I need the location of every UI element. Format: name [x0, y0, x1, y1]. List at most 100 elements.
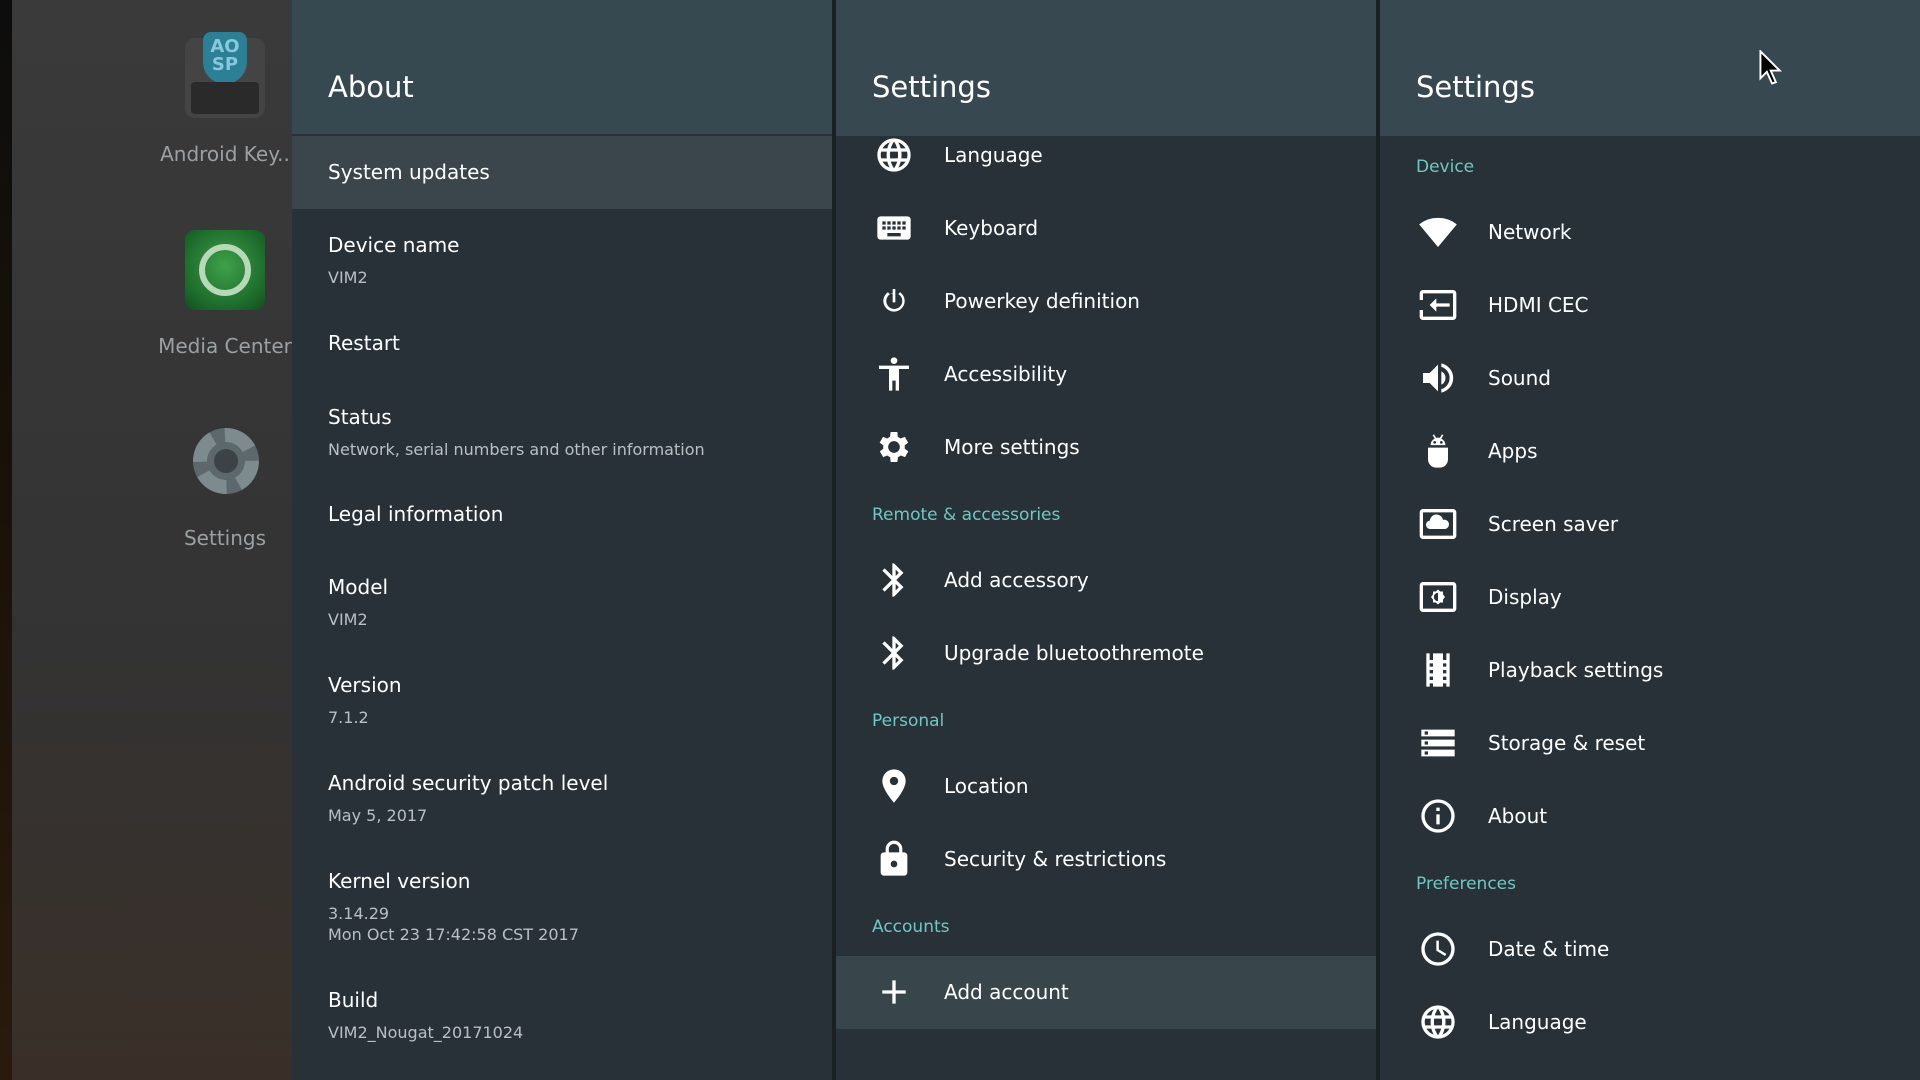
item-subtitle: May 5, 2017 — [328, 806, 428, 825]
about-item-system-updates[interactable]: System updates — [292, 136, 832, 209]
settings-row-location[interactable]: Location — [836, 750, 1376, 823]
about-item-status[interactable]: Status Network, serial numbers and other… — [292, 405, 832, 460]
bluetooth-icon — [872, 631, 916, 675]
settings-row-apps[interactable]: Apps — [1380, 415, 1920, 488]
row-label: More settings — [944, 435, 1080, 459]
row-label: About — [1488, 804, 1548, 828]
screensaver-icon — [1416, 502, 1460, 546]
settings-middle-panel: Settings Language Keyboard Powerkey defi… — [836, 0, 1376, 1080]
lock-icon — [872, 837, 916, 881]
power-icon — [872, 279, 916, 323]
item-title: Restart — [328, 331, 400, 355]
android-icon — [1416, 429, 1460, 473]
row-label: Display — [1488, 585, 1562, 609]
item-subtitle: VIM2 — [328, 610, 368, 629]
gear-icon — [872, 425, 916, 469]
settings-row-more-settings[interactable]: More settings — [836, 411, 1376, 484]
film-icon — [1416, 648, 1460, 692]
item-title: Device name — [328, 233, 460, 257]
about-item-legal-information[interactable]: Legal information — [292, 502, 832, 526]
row-label: Storage & reset — [1488, 731, 1646, 755]
row-label: Keyboard — [944, 216, 1039, 240]
row-label: Location — [944, 774, 1029, 798]
bluetooth-icon — [872, 558, 916, 602]
item-title: Kernel version — [328, 869, 471, 893]
plus-icon — [872, 970, 916, 1014]
item-subtitle: Network, serial numbers and other inform… — [328, 440, 705, 459]
settings-row-screen-saver[interactable]: Screen saver — [1380, 488, 1920, 561]
item-title: Version — [328, 673, 402, 697]
settings-row-hdmi-cec[interactable]: HDMI CEC — [1380, 269, 1920, 342]
accessibility-icon — [872, 352, 916, 396]
section-header-remote: Remote & accessories — [872, 505, 1061, 525]
row-label: Screen saver — [1488, 512, 1619, 536]
settings-row-accessibility[interactable]: Accessibility — [836, 338, 1376, 411]
row-label: Language — [944, 143, 1043, 167]
globe-icon — [1416, 1000, 1460, 1044]
item-title: System updates — [328, 160, 490, 184]
info-icon — [1416, 794, 1460, 838]
item-subtitle: Mon Oct 23 17:42:58 CST 2017 — [328, 925, 579, 944]
item-subtitle: 3.14.29 — [328, 904, 390, 923]
settings-gear-icon — [185, 422, 265, 502]
about-item-device-name[interactable]: Device name VIM2 — [292, 233, 832, 288]
settings-row-language[interactable]: Language — [836, 119, 1376, 192]
settings-row-language[interactable]: Language — [1380, 986, 1920, 1059]
item-subtitle: VIM2 — [328, 268, 368, 287]
about-item-model[interactable]: Model VIM2 — [292, 575, 832, 630]
section-header-preferences: Preferences — [1416, 874, 1516, 894]
tv-settings-screen: AO SP Android Key.. Media Center Setting… — [0, 0, 1920, 1080]
settings-row-display[interactable]: Display — [1380, 561, 1920, 634]
about-panel: About System updates Device name VIM2 Re… — [292, 0, 832, 1080]
globe-icon — [872, 133, 916, 177]
row-label: HDMI CEC — [1488, 293, 1589, 317]
wallpaper-edge — [0, 0, 12, 1080]
settings-row-playback-settings[interactable]: Playback settings — [1380, 634, 1920, 707]
row-label: Apps — [1488, 439, 1538, 463]
about-item-security-patch[interactable]: Android security patch level May 5, 2017 — [292, 771, 832, 826]
settings-row-keyboard[interactable]: Keyboard — [836, 192, 1376, 265]
page-title: Settings — [872, 70, 991, 104]
settings-row-powerkey[interactable]: Powerkey definition — [836, 265, 1376, 338]
item-subtitle: VIM2_Nougat_20171024 — [328, 1023, 524, 1042]
launcher-app-label: Media Center — [158, 334, 292, 358]
mouse-cursor-icon — [1759, 50, 1783, 85]
row-label: Upgrade bluetoothremote — [944, 641, 1204, 665]
display-brightness-icon — [1416, 575, 1460, 619]
settings-header: Settings — [836, 0, 1376, 136]
row-label: Security & restrictions — [944, 847, 1167, 871]
settings-row-date-time[interactable]: Date & time — [1380, 913, 1920, 986]
item-title: Build — [328, 988, 379, 1012]
storage-icon — [1416, 721, 1460, 765]
settings-row-sound[interactable]: Sound — [1380, 342, 1920, 415]
item-title: Model — [328, 575, 389, 599]
section-header-personal: Personal — [872, 711, 945, 731]
page-title: Settings — [1416, 70, 1535, 104]
settings-row-security[interactable]: Security & restrictions — [836, 823, 1376, 896]
keyboard-icon — [872, 206, 916, 250]
launcher-background: AO SP Android Key.. Media Center Setting… — [0, 0, 300, 1080]
item-title: Status — [328, 405, 392, 429]
item-title: Legal information — [328, 502, 504, 526]
row-label: Language — [1488, 1010, 1587, 1034]
item-title: Android security patch level — [328, 771, 609, 795]
settings-row-storage-reset[interactable]: Storage & reset — [1380, 707, 1920, 780]
item-subtitle: 7.1.2 — [328, 708, 369, 727]
settings-row-add-accessory[interactable]: Add accessory — [836, 544, 1376, 617]
settings-row-about[interactable]: About — [1380, 780, 1920, 853]
settings-row-upgrade-bluetoothremote[interactable]: Upgrade bluetoothremote — [836, 617, 1376, 690]
row-label: Playback settings — [1488, 658, 1664, 682]
about-item-restart[interactable]: Restart — [292, 331, 832, 355]
settings-row-add-account[interactable]: Add account — [836, 956, 1376, 1029]
hdmi-input-icon — [1416, 283, 1460, 327]
launcher-app-label: Android Key.. — [160, 142, 290, 166]
about-item-build[interactable]: Build VIM2_Nougat_20171024 — [292, 988, 832, 1043]
about-item-version[interactable]: Version 7.1.2 — [292, 673, 832, 728]
location-pin-icon — [872, 764, 916, 808]
row-label: Add account — [944, 980, 1069, 1004]
settings-header: Settings — [1380, 0, 1920, 136]
keyboard-keys — [191, 82, 259, 114]
settings-row-network[interactable]: Network — [1380, 196, 1920, 269]
row-label: Date & time — [1488, 937, 1610, 961]
about-item-kernel-version[interactable]: Kernel version 3.14.29 Mon Oct 23 17:42:… — [292, 869, 832, 945]
